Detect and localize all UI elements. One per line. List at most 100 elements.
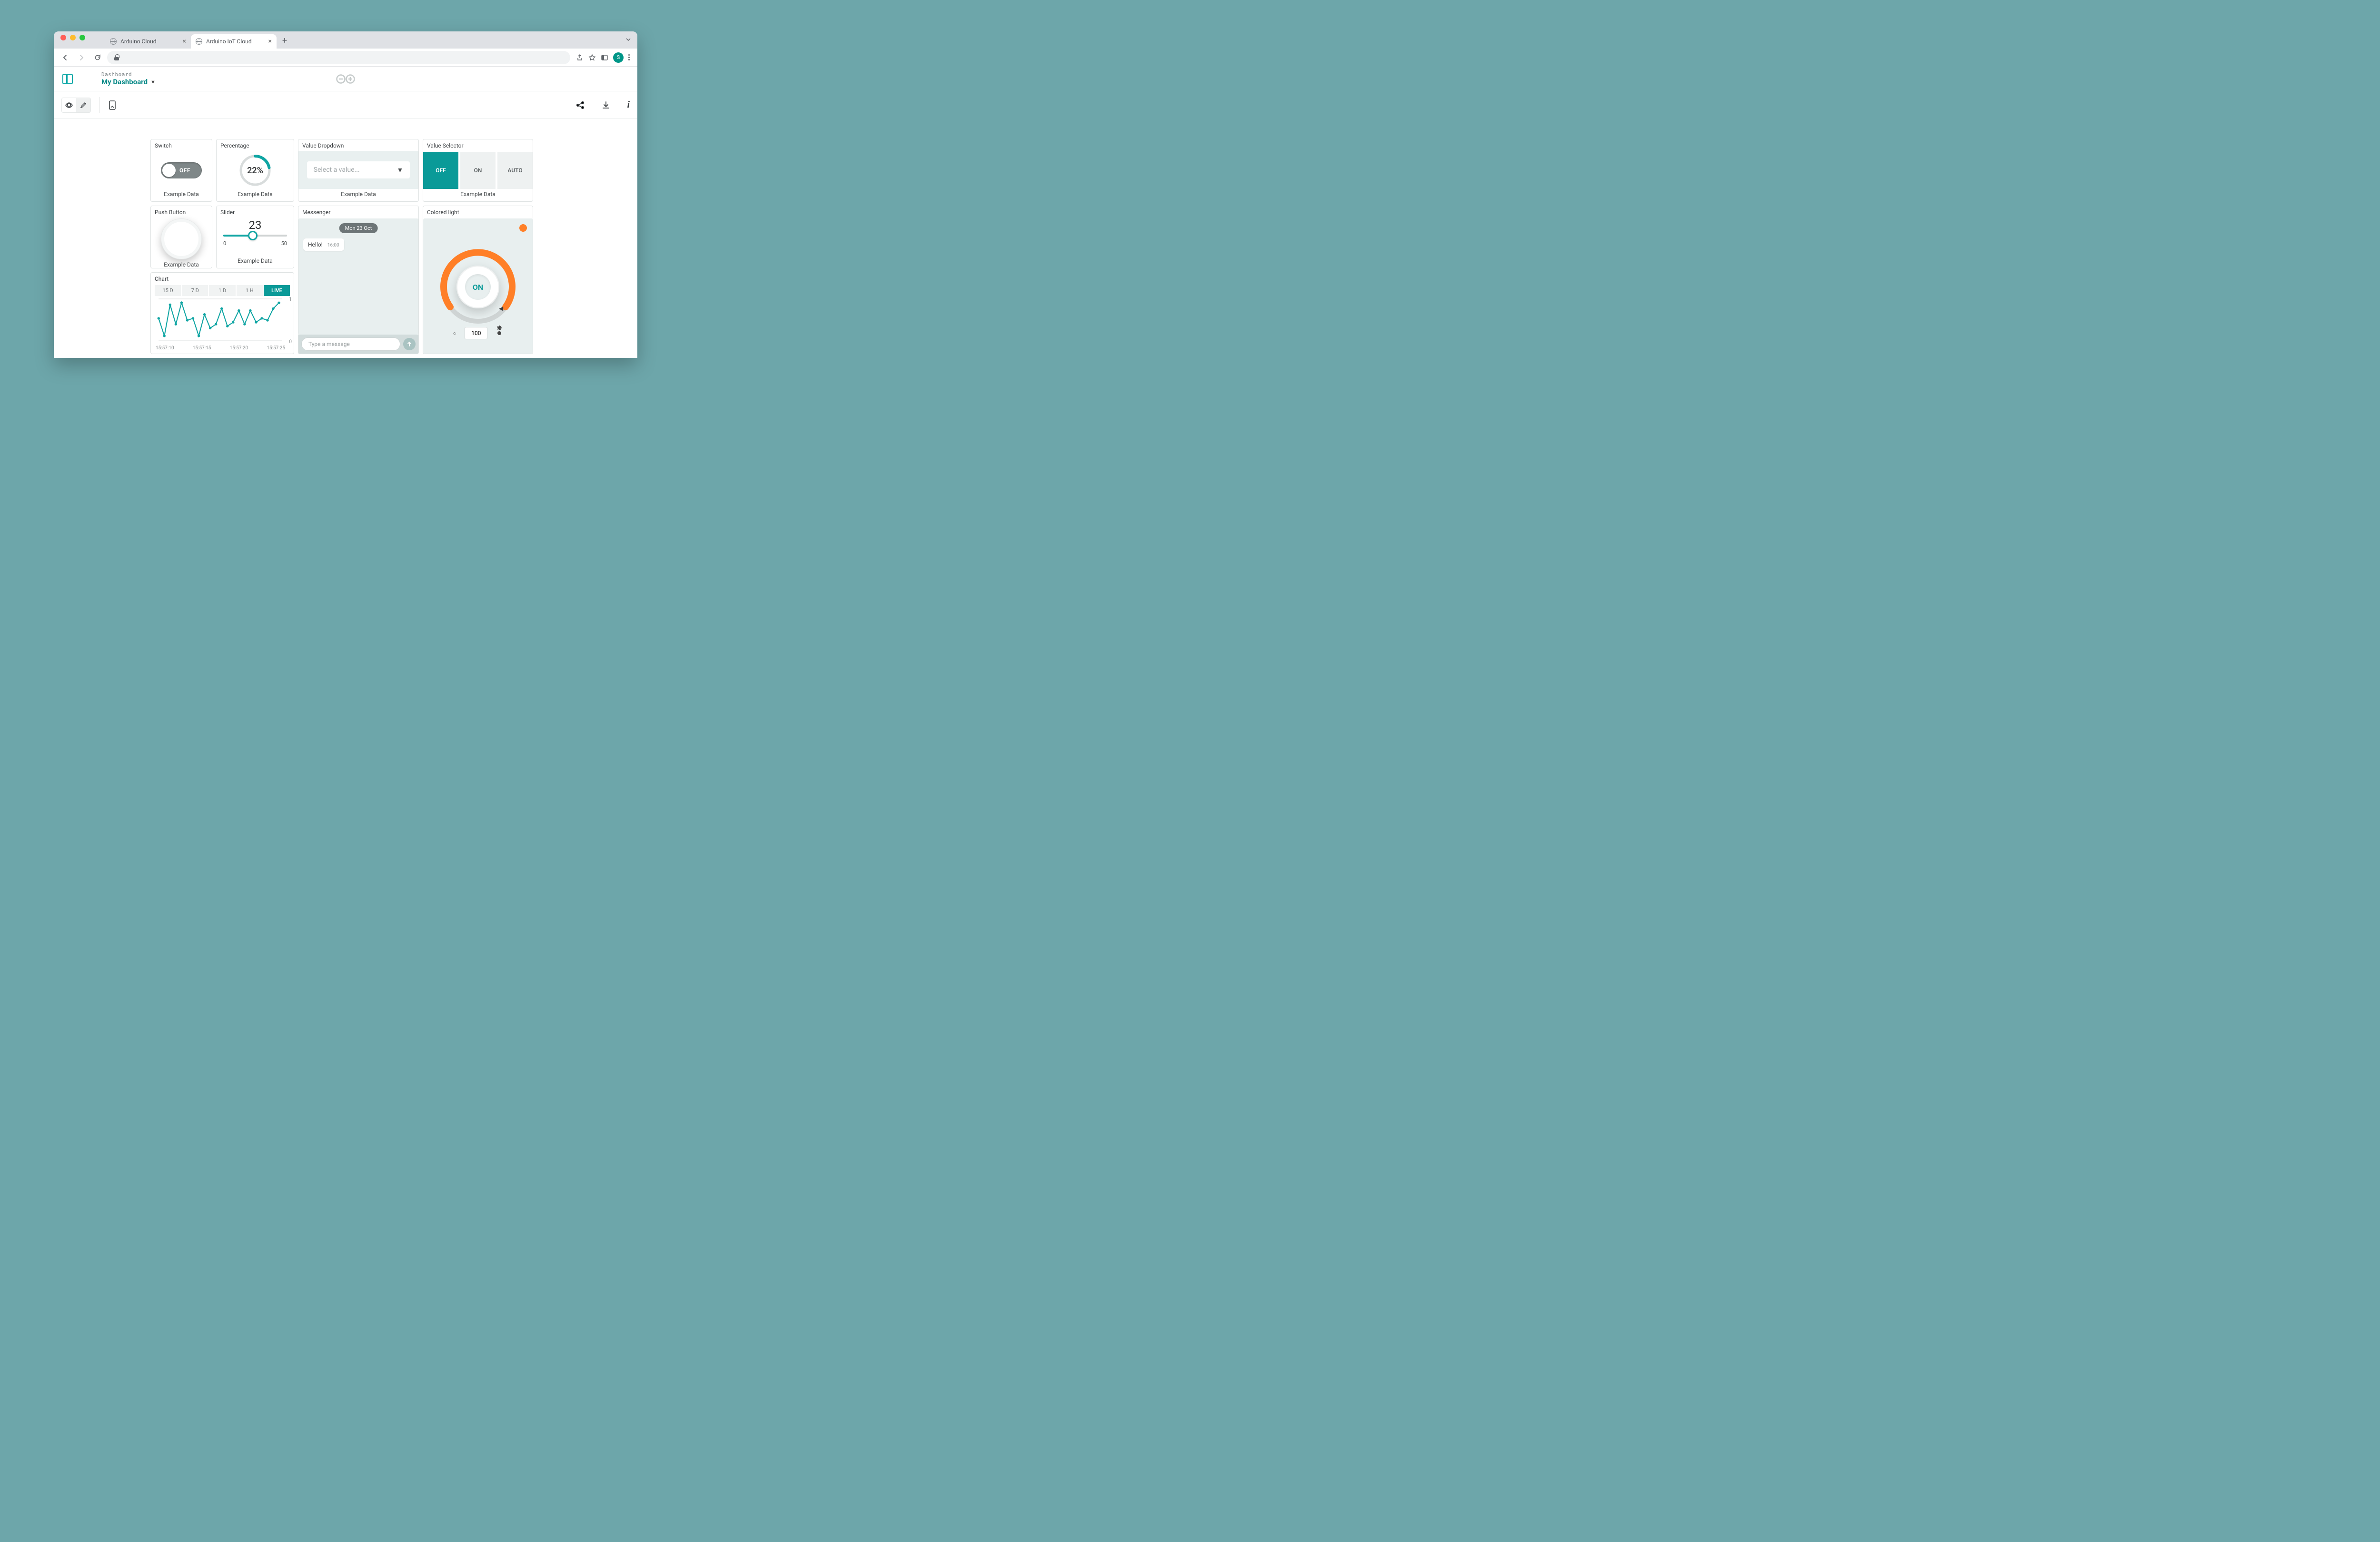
address-bar: S <box>54 49 637 67</box>
back-button[interactable] <box>59 51 72 64</box>
tab-strip: Arduino Cloud × Arduino IoT Cloud × + <box>54 31 637 49</box>
chart-xtick: 15:57:25 <box>267 346 285 351</box>
sidebar-toggle-icon[interactable] <box>62 74 73 84</box>
widget-colored-light: Colored light ON ◀ ○ <box>423 206 533 354</box>
push-button[interactable] <box>161 218 202 259</box>
reload-button[interactable] <box>91 51 104 64</box>
toggle-label: OFF <box>179 167 190 174</box>
chart-range-tab[interactable]: 15 D <box>155 285 181 296</box>
widget-percentage: Percentage 22% Example Data <box>216 139 294 202</box>
view-mode-segmented <box>61 98 91 113</box>
chart-range-tab[interactable]: 1 D <box>209 285 235 296</box>
brightness-max-icon <box>496 330 503 336</box>
widget-switch: Switch OFF Example Data <box>150 139 212 202</box>
profile-avatar[interactable]: S <box>613 52 624 63</box>
widget-title: Slider <box>217 206 294 218</box>
slider-value: 23 <box>223 218 287 232</box>
widget-value-selector: Value Selector OFF ON AUTO Example Data <box>423 139 533 202</box>
dashboard-toolbar: i <box>54 91 637 119</box>
chart-ytick: 1 <box>289 297 292 302</box>
brightness-input[interactable] <box>465 327 487 339</box>
widget-title: Value Selector <box>423 139 533 152</box>
widget-title: Chart <box>151 273 294 285</box>
caret-down-icon: ▼ <box>397 166 404 174</box>
browser-tab[interactable]: Arduino IoT Cloud × <box>191 34 277 49</box>
widget-title: Messenger <box>298 206 418 218</box>
chart-xtick: 15:57:20 <box>230 346 248 351</box>
widget-footer: Example Data <box>423 189 533 201</box>
new-tab-button[interactable]: + <box>278 34 291 47</box>
panel-toggle-icon[interactable] <box>601 54 608 61</box>
chart-ytick: 0 <box>289 339 292 345</box>
brightness-min-icon: ○ <box>453 330 456 336</box>
breadcrumb: Dashboard <box>101 71 156 78</box>
widget-title: Percentage <box>217 139 294 152</box>
widget-title: Value Dropdown <box>298 139 418 152</box>
slider-max: 50 <box>281 240 287 247</box>
view-mode-button[interactable] <box>62 98 76 112</box>
send-button[interactable] <box>403 338 416 350</box>
widget-footer: Example Data <box>298 189 418 201</box>
chart-range-tab[interactable]: LIVE <box>264 285 290 296</box>
close-tab-icon[interactable]: × <box>268 38 272 45</box>
light-state-label[interactable]: ON <box>465 274 491 300</box>
edit-mode-button[interactable] <box>76 98 90 112</box>
chart-range-tabs: 15 D7 D1 D1 HLIVE <box>155 285 290 296</box>
close-tab-icon[interactable]: × <box>183 38 186 45</box>
widget-title: Switch <box>151 139 212 152</box>
dropdown-placeholder: Select a value... <box>314 166 360 174</box>
widget-title: Colored light <box>423 206 533 218</box>
selector-option[interactable]: AUTO <box>497 152 533 189</box>
page-title: My Dashboard <box>101 78 148 86</box>
tab-title: Arduino Cloud <box>120 38 157 45</box>
selector-option[interactable]: ON <box>460 152 496 189</box>
divider <box>99 97 100 113</box>
arduino-logo-icon <box>335 74 356 84</box>
widget-footer: Example Data <box>151 259 212 272</box>
toggle-knob <box>162 164 176 177</box>
share-icon[interactable] <box>576 54 584 61</box>
close-window-icon[interactable] <box>60 35 66 40</box>
color-swatch-icon <box>519 224 527 232</box>
slider-thumb[interactable] <box>248 231 258 240</box>
message-input[interactable] <box>301 337 400 351</box>
messenger-compose <box>298 335 418 354</box>
message-bubble: Hello! 16:00 <box>303 238 344 251</box>
toggle-switch[interactable]: OFF <box>161 162 202 178</box>
info-icon[interactable]: i <box>627 99 630 110</box>
widget-push-button: Push Button Example Data <box>150 206 212 268</box>
widget-slider: Slider 23 0 50 Example Data <box>216 206 294 268</box>
app-header: Dashboard My Dashboard ▼ <box>54 67 637 91</box>
mobile-preview-icon[interactable] <box>109 100 116 110</box>
forward-button <box>75 51 88 64</box>
zoom-window-icon[interactable] <box>79 35 85 40</box>
omnibox[interactable] <box>107 51 570 64</box>
dropdown-select[interactable]: Select a value... ▼ <box>307 161 410 178</box>
slider-track[interactable] <box>223 235 287 237</box>
bookmark-star-icon[interactable] <box>588 54 596 61</box>
lock-icon <box>114 55 119 60</box>
hue-marker-icon[interactable]: ◀ <box>499 305 503 312</box>
percentage-gauge: 22% <box>238 154 272 187</box>
share-icon[interactable] <box>575 100 585 110</box>
globe-icon <box>110 38 117 45</box>
kebab-menu-icon[interactable] <box>628 54 630 60</box>
window-controls <box>54 35 92 45</box>
message-text: Hello! <box>308 241 323 248</box>
color-wheel[interactable]: ON ◀ <box>438 247 518 327</box>
widget-footer: Example Data <box>151 189 212 201</box>
chart-xticks: 15:57:1015:57:1515:57:2015:57:25 <box>156 346 285 351</box>
messenger-date-badge: Mon 23 Oct <box>339 223 378 233</box>
widget-chart: Chart 15 D7 D1 D1 HLIVE 1 0 15:57:1015:5… <box>150 272 294 354</box>
selector-option[interactable]: OFF <box>423 152 458 189</box>
tabs-dropdown-icon[interactable] <box>625 36 632 43</box>
browser-tab[interactable]: Arduino Cloud × <box>105 34 191 49</box>
chart-range-tab[interactable]: 1 H <box>237 285 263 296</box>
slider-min: 0 <box>223 240 226 247</box>
download-icon[interactable] <box>601 100 611 110</box>
dashboard-title-dropdown[interactable]: My Dashboard ▼ <box>101 78 156 86</box>
percentage-value: 22% <box>238 154 272 187</box>
minimize-window-icon[interactable] <box>70 35 76 40</box>
chart-range-tab[interactable]: 7 D <box>182 285 208 296</box>
chart-xtick: 15:57:15 <box>193 346 211 351</box>
